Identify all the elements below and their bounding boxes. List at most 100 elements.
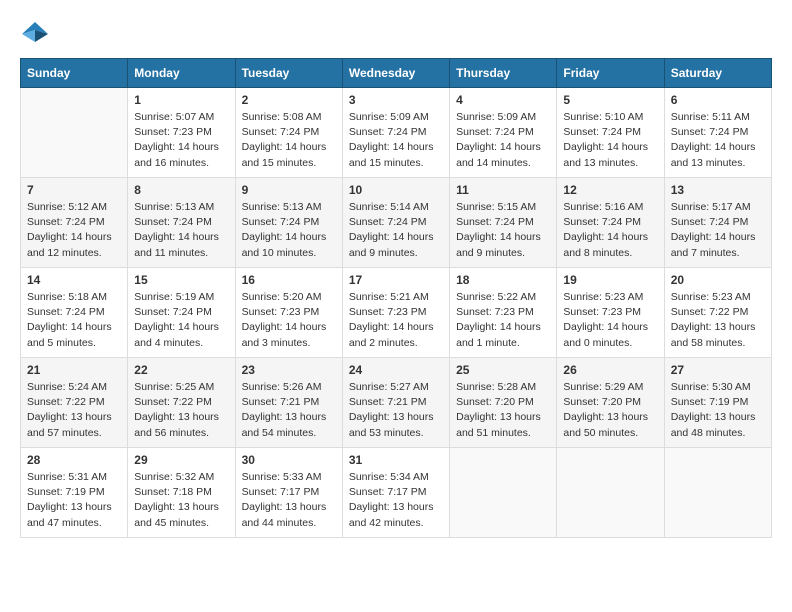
table-row: 13 Sunrise: 5:17 AM Sunset: 7:24 PM Dayli… xyxy=(664,178,771,268)
day-info: Sunrise: 5:08 AM Sunset: 7:24 PM Dayligh… xyxy=(242,110,336,171)
calendar-week-row: 7 Sunrise: 5:12 AM Sunset: 7:24 PM Daylig… xyxy=(21,178,772,268)
day-number: 15 xyxy=(134,273,228,287)
table-row xyxy=(557,448,664,538)
day-number: 22 xyxy=(134,363,228,377)
day-info: Sunrise: 5:13 AM Sunset: 7:24 PM Dayligh… xyxy=(242,200,336,261)
header-thursday: Thursday xyxy=(450,59,557,88)
day-number: 2 xyxy=(242,93,336,107)
table-row: 19Sunrise: 5:23 AM Sunset: 7:23 PM Dayli… xyxy=(557,268,664,358)
table-row: 12 Sunrise: 5:16 AM Sunset: 7:24 PM Dayli… xyxy=(557,178,664,268)
table-row: 9 Sunrise: 5:13 AM Sunset: 7:24 PM Daylig… xyxy=(235,178,342,268)
table-row: 27Sunrise: 5:30 AM Sunset: 7:19 PM Dayli… xyxy=(664,358,771,448)
day-info: Sunrise: 5:18 AM Sunset: 7:24 PM Dayligh… xyxy=(27,290,121,351)
day-info: Sunrise: 5:32 AM Sunset: 7:18 PM Dayligh… xyxy=(134,470,228,531)
day-info: Sunrise: 5:25 AM Sunset: 7:22 PM Dayligh… xyxy=(134,380,228,441)
page-header xyxy=(20,20,772,48)
day-info: Sunrise: 5:26 AM Sunset: 7:21 PM Dayligh… xyxy=(242,380,336,441)
table-row: 20 Sunrise: 5:23 AM Sunset: 7:22 PM Dayli… xyxy=(664,268,771,358)
day-number: 11 xyxy=(456,183,550,197)
table-row: 4 Sunrise: 5:09 AM Sunset: 7:24 PM Daylig… xyxy=(450,88,557,178)
day-number: 23 xyxy=(242,363,336,377)
day-number: 7 xyxy=(27,183,121,197)
day-info: Sunrise: 5:31 AM Sunset: 7:19 PM Dayligh… xyxy=(27,470,121,531)
day-number: 14 xyxy=(27,273,121,287)
day-info: Sunrise: 5:15 AM Sunset: 7:24 PM Dayligh… xyxy=(456,200,550,261)
day-number: 17 xyxy=(349,273,443,287)
day-info: Sunrise: 5:33 AM Sunset: 7:17 PM Dayligh… xyxy=(242,470,336,531)
day-number: 21 xyxy=(27,363,121,377)
day-number: 24 xyxy=(349,363,443,377)
day-number: 4 xyxy=(456,93,550,107)
calendar-table: Sunday Monday Tuesday Wednesday Thursday… xyxy=(20,58,772,538)
day-number: 6 xyxy=(671,93,765,107)
day-info: Sunrise: 5:16 AM Sunset: 7:24 PM Dayligh… xyxy=(563,200,657,261)
table-row: 21 Sunrise: 5:24 AM Sunset: 7:22 PM Dayli… xyxy=(21,358,128,448)
calendar-week-row: 1 Sunrise: 5:07 AM Sunset: 7:23 PM Daylig… xyxy=(21,88,772,178)
day-number: 29 xyxy=(134,453,228,467)
day-info: Sunrise: 5:07 AM Sunset: 7:23 PM Dayligh… xyxy=(134,110,228,171)
table-row: 28 Sunrise: 5:31 AM Sunset: 7:19 PM Dayli… xyxy=(21,448,128,538)
day-info: Sunrise: 5:09 AM Sunset: 7:24 PM Dayligh… xyxy=(349,110,443,171)
day-info: Sunrise: 5:09 AM Sunset: 7:24 PM Dayligh… xyxy=(456,110,550,171)
table-row: 24 Sunrise: 5:27 AM Sunset: 7:21 PM Dayli… xyxy=(342,358,449,448)
table-row xyxy=(450,448,557,538)
table-row: 29 Sunrise: 5:32 AM Sunset: 7:18 PM Dayli… xyxy=(128,448,235,538)
day-number: 12 xyxy=(563,183,657,197)
day-number: 3 xyxy=(349,93,443,107)
day-number: 25 xyxy=(456,363,550,377)
table-row: 8 Sunrise: 5:13 AM Sunset: 7:24 PM Daylig… xyxy=(128,178,235,268)
table-row: 22 Sunrise: 5:25 AM Sunset: 7:22 PM Dayli… xyxy=(128,358,235,448)
day-info: Sunrise: 5:17 AM Sunset: 7:24 PM Dayligh… xyxy=(671,200,765,261)
calendar-body: 1 Sunrise: 5:07 AM Sunset: 7:23 PM Daylig… xyxy=(21,88,772,538)
day-number: 28 xyxy=(27,453,121,467)
table-row: 26 Sunrise: 5:29 AM Sunset: 7:20 PM Dayli… xyxy=(557,358,664,448)
table-row: 23 Sunrise: 5:26 AM Sunset: 7:21 PM Dayli… xyxy=(235,358,342,448)
table-row: 11 Sunrise: 5:15 AM Sunset: 7:24 PM Dayli… xyxy=(450,178,557,268)
table-row: 15 Sunrise: 5:19 AM Sunset: 7:24 PM Dayli… xyxy=(128,268,235,358)
day-number: 9 xyxy=(242,183,336,197)
day-number: 27 xyxy=(671,363,765,377)
table-row: 14 Sunrise: 5:18 AM Sunset: 7:24 PM Dayli… xyxy=(21,268,128,358)
table-row: 31Sunrise: 5:34 AM Sunset: 7:17 PM Dayli… xyxy=(342,448,449,538)
day-info: Sunrise: 5:11 AM Sunset: 7:24 PM Dayligh… xyxy=(671,110,765,171)
day-number: 18 xyxy=(456,273,550,287)
table-row: 10 Sunrise: 5:14 AM Sunset: 7:24 PM Dayli… xyxy=(342,178,449,268)
table-row: 1 Sunrise: 5:07 AM Sunset: 7:23 PM Daylig… xyxy=(128,88,235,178)
table-row: 3 Sunrise: 5:09 AM Sunset: 7:24 PM Daylig… xyxy=(342,88,449,178)
table-row: 16Sunrise: 5:20 AM Sunset: 7:23 PM Dayli… xyxy=(235,268,342,358)
logo-bird-icon xyxy=(20,20,50,48)
day-number: 26 xyxy=(563,363,657,377)
day-number: 20 xyxy=(671,273,765,287)
day-info: Sunrise: 5:12 AM Sunset: 7:24 PM Dayligh… xyxy=(27,200,121,261)
day-number: 8 xyxy=(134,183,228,197)
day-number: 10 xyxy=(349,183,443,197)
calendar-week-row: 21 Sunrise: 5:24 AM Sunset: 7:22 PM Dayli… xyxy=(21,358,772,448)
day-info: Sunrise: 5:10 AM Sunset: 7:24 PM Dayligh… xyxy=(563,110,657,171)
day-info: Sunrise: 5:19 AM Sunset: 7:24 PM Dayligh… xyxy=(134,290,228,351)
day-info: Sunrise: 5:29 AM Sunset: 7:20 PM Dayligh… xyxy=(563,380,657,441)
header-monday: Monday xyxy=(128,59,235,88)
day-info: Sunrise: 5:28 AM Sunset: 7:20 PM Dayligh… xyxy=(456,380,550,441)
day-info: Sunrise: 5:23 AM Sunset: 7:22 PM Dayligh… xyxy=(671,290,765,351)
day-info: Sunrise: 5:24 AM Sunset: 7:22 PM Dayligh… xyxy=(27,380,121,441)
day-number: 30 xyxy=(242,453,336,467)
day-number: 5 xyxy=(563,93,657,107)
day-number: 31 xyxy=(349,453,443,467)
day-info: Sunrise: 5:27 AM Sunset: 7:21 PM Dayligh… xyxy=(349,380,443,441)
day-number: 13 xyxy=(671,183,765,197)
header-saturday: Saturday xyxy=(664,59,771,88)
day-info: Sunrise: 5:14 AM Sunset: 7:24 PM Dayligh… xyxy=(349,200,443,261)
day-number: 1 xyxy=(134,93,228,107)
day-info: Sunrise: 5:13 AM Sunset: 7:24 PM Dayligh… xyxy=(134,200,228,261)
day-info: Sunrise: 5:22 AM Sunset: 7:23 PM Dayligh… xyxy=(456,290,550,351)
calendar-week-row: 14 Sunrise: 5:18 AM Sunset: 7:24 PM Dayli… xyxy=(21,268,772,358)
logo xyxy=(20,20,54,48)
day-info: Sunrise: 5:23 AM Sunset: 7:23 PM Dayligh… xyxy=(563,290,657,351)
calendar-week-row: 28 Sunrise: 5:31 AM Sunset: 7:19 PM Dayli… xyxy=(21,448,772,538)
header-wednesday: Wednesday xyxy=(342,59,449,88)
header-tuesday: Tuesday xyxy=(235,59,342,88)
table-row: 18 Sunrise: 5:22 AM Sunset: 7:23 PM Dayli… xyxy=(450,268,557,358)
table-row: 2 Sunrise: 5:08 AM Sunset: 7:24 PM Daylig… xyxy=(235,88,342,178)
table-row xyxy=(664,448,771,538)
header-sunday: Sunday xyxy=(21,59,128,88)
